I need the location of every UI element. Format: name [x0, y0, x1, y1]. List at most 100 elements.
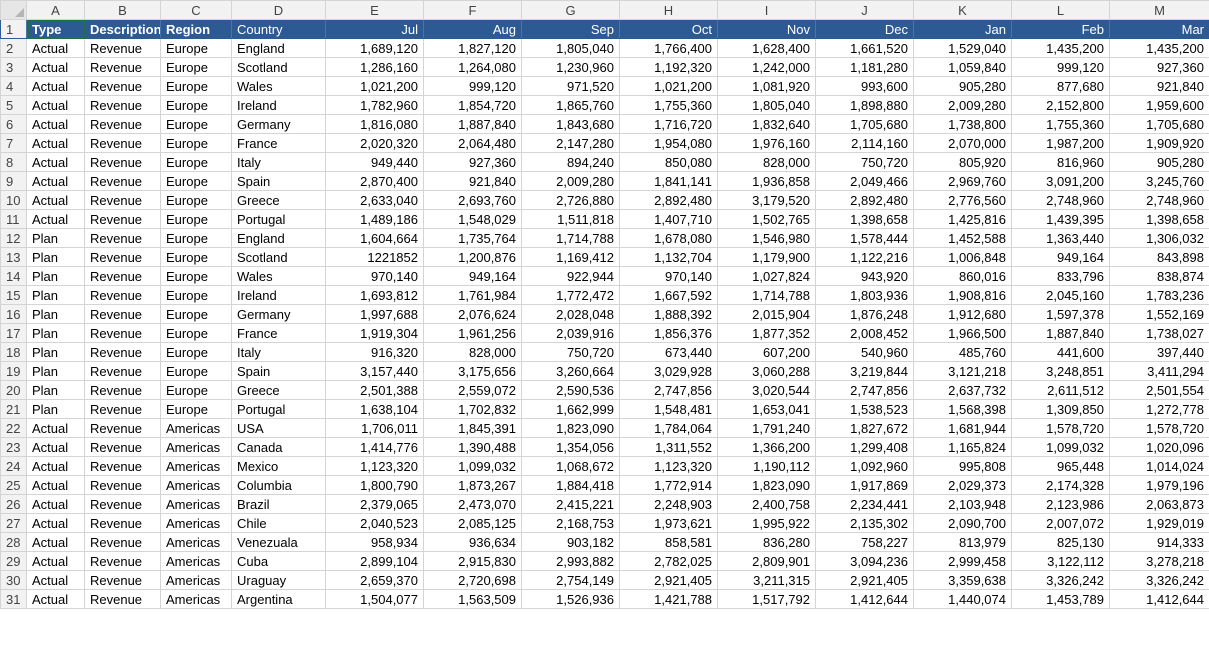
- cell-value[interactable]: 1,735,764: [423, 228, 522, 248]
- cell-country[interactable]: Italy: [231, 342, 326, 362]
- cell-type[interactable]: Actual: [26, 494, 85, 514]
- cell-description[interactable]: Revenue: [84, 285, 161, 305]
- cell-value[interactable]: 927,360: [1109, 57, 1209, 77]
- cell-value[interactable]: 2,039,916: [521, 323, 620, 343]
- row-number[interactable]: 16: [0, 304, 27, 324]
- row-number[interactable]: 1: [0, 19, 27, 39]
- column-letter-header[interactable]: M: [1109, 0, 1209, 20]
- cell-type[interactable]: Actual: [26, 551, 85, 571]
- cell-description[interactable]: Revenue: [84, 38, 161, 58]
- cell-region[interactable]: Europe: [160, 57, 232, 77]
- row-number[interactable]: 13: [0, 247, 27, 267]
- cell-value[interactable]: 825,130: [1011, 532, 1110, 552]
- select-all-corner[interactable]: [0, 0, 27, 20]
- cell-value[interactable]: 2,040,523: [325, 513, 424, 533]
- cell-value[interactable]: 1,311,552: [619, 437, 718, 457]
- cell-value[interactable]: 1,440,074: [913, 589, 1012, 609]
- cell-value[interactable]: 1,309,850: [1011, 399, 1110, 419]
- header-month[interactable]: Nov: [717, 19, 816, 39]
- cell-value[interactable]: 1,081,920: [717, 76, 816, 96]
- cell-value[interactable]: 905,280: [1109, 152, 1209, 172]
- cell-value[interactable]: 1,705,680: [1109, 114, 1209, 134]
- cell-region[interactable]: Europe: [160, 304, 232, 324]
- header-month[interactable]: Jan: [913, 19, 1012, 39]
- cell-country[interactable]: England: [231, 38, 326, 58]
- cell-value[interactable]: 1,827,672: [815, 418, 914, 438]
- cell-value[interactable]: 1,435,200: [1011, 38, 1110, 58]
- cell-value[interactable]: 3,260,664: [521, 361, 620, 381]
- cell-value[interactable]: 397,440: [1109, 342, 1209, 362]
- cell-value[interactable]: 949,164: [423, 266, 522, 286]
- cell-value[interactable]: 3,122,112: [1011, 551, 1110, 571]
- cell-value[interactable]: 2,147,280: [521, 133, 620, 153]
- cell-value[interactable]: 3,411,294: [1109, 361, 1209, 381]
- cell-country[interactable]: Brazil: [231, 494, 326, 514]
- cell-region[interactable]: Europe: [160, 76, 232, 96]
- cell-value[interactable]: 2,123,986: [1011, 494, 1110, 514]
- cell-value[interactable]: 1,489,186: [325, 209, 424, 229]
- cell-value[interactable]: 943,920: [815, 266, 914, 286]
- row-number[interactable]: 2: [0, 38, 27, 58]
- cell-value[interactable]: 1,661,520: [815, 38, 914, 58]
- cell-value[interactable]: 2,659,370: [325, 570, 424, 590]
- cell-value[interactable]: 3,060,288: [717, 361, 816, 381]
- cell-region[interactable]: Europe: [160, 285, 232, 305]
- cell-value[interactable]: 1,181,280: [815, 57, 914, 77]
- cell-region[interactable]: Europe: [160, 342, 232, 362]
- cell-value[interactable]: 858,581: [619, 532, 718, 552]
- cell-value[interactable]: 758,227: [815, 532, 914, 552]
- cell-value[interactable]: 1,738,800: [913, 114, 1012, 134]
- cell-value[interactable]: 1,578,444: [815, 228, 914, 248]
- cell-country[interactable]: Ireland: [231, 285, 326, 305]
- cell-value[interactable]: 805,920: [913, 152, 1012, 172]
- cell-value[interactable]: 1,366,200: [717, 437, 816, 457]
- cell-value[interactable]: 1,165,824: [913, 437, 1012, 457]
- cell-value[interactable]: 3,245,760: [1109, 171, 1209, 191]
- cell-value[interactable]: 1,414,776: [325, 437, 424, 457]
- cell-value[interactable]: 1,452,588: [913, 228, 1012, 248]
- cell-value[interactable]: 1,526,936: [521, 589, 620, 609]
- cell-value[interactable]: 3,157,440: [325, 361, 424, 381]
- cell-description[interactable]: Revenue: [84, 399, 161, 419]
- row-number[interactable]: 23: [0, 437, 27, 457]
- cell-value[interactable]: 1,299,408: [815, 437, 914, 457]
- cell-value[interactable]: 1,843,680: [521, 114, 620, 134]
- cell-value[interactable]: 1,662,999: [521, 399, 620, 419]
- cell-value[interactable]: 1,021,200: [325, 76, 424, 96]
- cell-value[interactable]: 2,379,065: [325, 494, 424, 514]
- cell-value[interactable]: 1,230,960: [521, 57, 620, 77]
- cell-value[interactable]: 1,517,792: [717, 589, 816, 609]
- cell-country[interactable]: Scotland: [231, 57, 326, 77]
- cell-region[interactable]: Europe: [160, 152, 232, 172]
- cell-value[interactable]: 1,504,077: [325, 589, 424, 609]
- cell-value[interactable]: 2,009,280: [913, 95, 1012, 115]
- cell-value[interactable]: 1,027,824: [717, 266, 816, 286]
- cell-description[interactable]: Revenue: [84, 76, 161, 96]
- cell-value[interactable]: 1,783,236: [1109, 285, 1209, 305]
- cell-value[interactable]: 1,706,011: [325, 418, 424, 438]
- row-number[interactable]: 11: [0, 209, 27, 229]
- header-month[interactable]: Dec: [815, 19, 914, 39]
- cell-value[interactable]: 1,421,788: [619, 589, 718, 609]
- cell-value[interactable]: 1,092,960: [815, 456, 914, 476]
- column-letter-header[interactable]: K: [913, 0, 1012, 20]
- cell-value[interactable]: 1,678,080: [619, 228, 718, 248]
- cell-value[interactable]: 2,726,880: [521, 190, 620, 210]
- cell-value[interactable]: 485,760: [913, 342, 1012, 362]
- cell-value[interactable]: 1,987,200: [1011, 133, 1110, 153]
- cell-value[interactable]: 1,020,096: [1109, 437, 1209, 457]
- cell-country[interactable]: Germany: [231, 304, 326, 324]
- cell-value[interactable]: 1,816,080: [325, 114, 424, 134]
- cell-value[interactable]: 914,333: [1109, 532, 1209, 552]
- cell-value[interactable]: 3,211,315: [717, 570, 816, 590]
- cell-value[interactable]: 1,306,032: [1109, 228, 1209, 248]
- cell-value[interactable]: 1,976,160: [717, 133, 816, 153]
- row-number[interactable]: 15: [0, 285, 27, 305]
- column-letter-header[interactable]: A: [26, 0, 85, 20]
- row-number[interactable]: 17: [0, 323, 27, 343]
- cell-country[interactable]: Portugal: [231, 209, 326, 229]
- cell-country[interactable]: USA: [231, 418, 326, 438]
- cell-description[interactable]: Revenue: [84, 95, 161, 115]
- cell-type[interactable]: Actual: [26, 171, 85, 191]
- cell-value[interactable]: 1,453,789: [1011, 589, 1110, 609]
